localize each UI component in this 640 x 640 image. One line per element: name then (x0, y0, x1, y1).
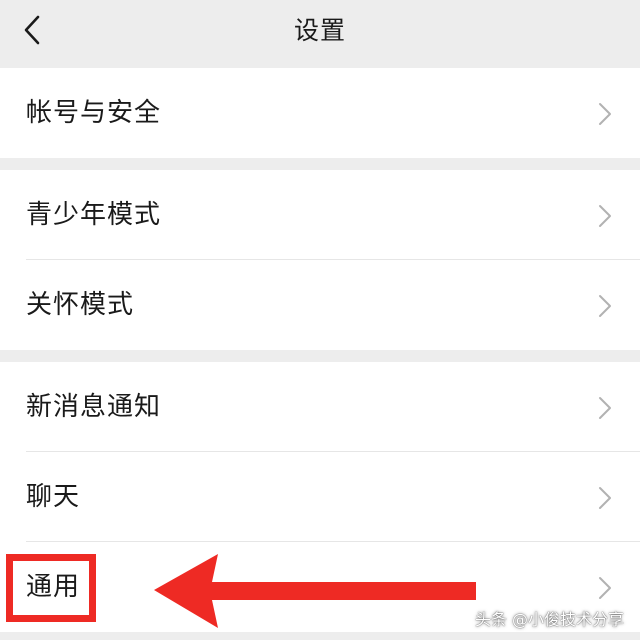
chevron-right-icon (599, 205, 611, 227)
navigation-bar: 设置 (0, 0, 640, 66)
settings-item-label: 青少年模式 (26, 200, 162, 230)
chevron-right-icon (599, 103, 611, 125)
chevron-right-icon (599, 295, 611, 317)
settings-item-teen-mode[interactable]: 青少年模式 (0, 170, 640, 260)
chevron-right-icon (599, 487, 611, 509)
settings-item-account-security[interactable]: 帐号与安全 (0, 68, 640, 158)
highlight-box (6, 554, 96, 622)
chevron-right-icon (599, 577, 611, 599)
settings-item-chat[interactable]: 聊天 (0, 452, 640, 542)
settings-group-account: 帐号与安全 (0, 68, 640, 158)
chevron-right-icon (599, 397, 611, 419)
settings-item-new-message-notifications[interactable]: 新消息通知 (0, 362, 640, 452)
settings-item-care-mode[interactable]: 关怀模式 (0, 260, 640, 350)
settings-item-label: 关怀模式 (26, 290, 135, 320)
settings-item-label: 新消息通知 (26, 392, 162, 422)
settings-group-modes: 青少年模式 关怀模式 (0, 170, 640, 350)
watermark: 头条 @小俊技术分享 (474, 610, 624, 629)
page-title: 设置 (293, 16, 346, 45)
settings-item-label: 聊天 (26, 482, 81, 512)
arrow-left-icon (154, 554, 476, 628)
settings-item-label: 帐号与安全 (26, 98, 162, 128)
